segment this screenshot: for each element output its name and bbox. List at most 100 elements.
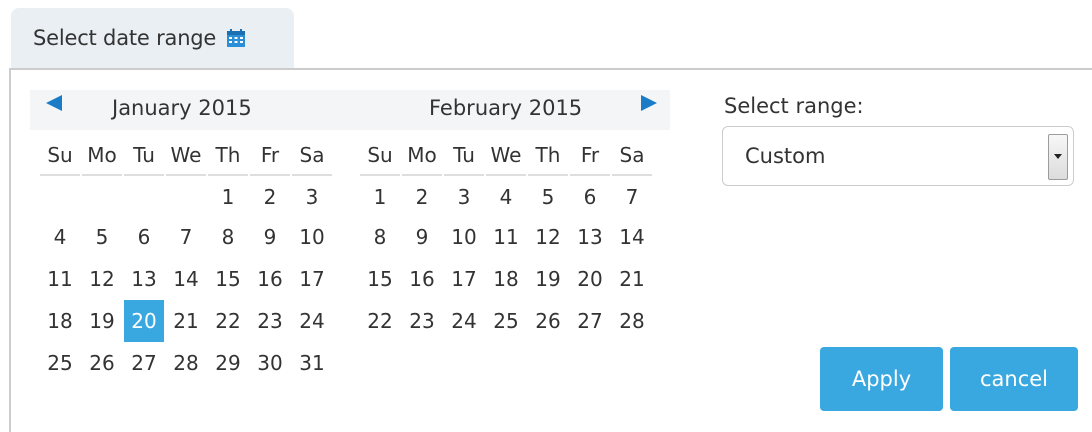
empty-day-cell [166,176,206,216]
day-cell[interactable]: 15 [208,258,248,300]
weekday-header-row: Su Mo Tu We Th Fr Sa [360,136,652,176]
day-cell[interactable]: 10 [444,216,484,258]
chevron-down-icon [1054,154,1062,159]
day-cell[interactable]: 21 [612,258,652,300]
day-cell[interactable]: 17 [292,258,332,300]
week-row: 4 5 6 7 8 9 10 [40,216,332,258]
day-cell[interactable]: 7 [166,216,206,258]
day-cell[interactable]: 24 [292,300,332,342]
day-cell[interactable]: 27 [570,300,610,342]
date-range-trigger[interactable]: Select date range [11,8,294,68]
week-row: 11 12 13 14 15 16 17 [40,258,332,300]
weekday-label: Th [208,136,248,176]
day-cell[interactable]: 5 [528,176,568,216]
day-cell[interactable]: 9 [250,216,290,258]
day-cell[interactable]: 9 [402,216,442,258]
day-cell[interactable]: 22 [208,300,248,342]
day-cell[interactable]: 21 [166,300,206,342]
day-cell[interactable]: 18 [40,300,80,342]
day-cell[interactable]: 16 [250,258,290,300]
day-cell[interactable]: 23 [250,300,290,342]
day-cell[interactable]: 13 [124,258,164,300]
select-range-label: Select range: [724,94,864,118]
dropdown-arrow-button[interactable] [1048,134,1068,180]
selected-day-cell[interactable]: 20 [124,300,164,342]
weekday-header-row: Su Mo Tu We Th Fr Sa [40,136,332,176]
day-cell[interactable]: 15 [360,258,400,300]
day-cell[interactable]: 2 [402,176,442,216]
day-cell[interactable]: 11 [40,258,80,300]
day-cell[interactable]: 19 [82,300,122,342]
week-row: 25 26 27 28 29 30 31 [40,342,332,384]
weekday-label: Mo [402,136,442,176]
calendar-icon [226,28,246,48]
day-cell[interactable]: 28 [612,300,652,342]
day-cell[interactable]: 12 [82,258,122,300]
empty-day-cell [82,176,122,216]
day-cell[interactable]: 16 [402,258,442,300]
day-cell[interactable]: 31 [292,342,332,384]
day-cell[interactable]: 4 [486,176,526,216]
day-cell[interactable]: 1 [360,176,400,216]
day-cell[interactable]: 29 [208,342,248,384]
week-row: 8 9 10 11 12 13 14 [360,216,652,258]
empty-day-cell [40,176,80,216]
empty-day-cell [124,176,164,216]
day-cell[interactable]: 23 [402,300,442,342]
weekday-label: Mo [82,136,122,176]
weekday-label: Tu [124,136,164,176]
weekday-label: Su [360,136,400,176]
day-cell[interactable]: 4 [40,216,80,258]
day-cell[interactable]: 6 [124,216,164,258]
day-cell[interactable]: 8 [360,216,400,258]
month-grid-january: Su Mo Tu We Th Fr Sa 1 2 3 4 5 6 7 8 9 1… [38,136,334,384]
day-cell[interactable]: 1 [208,176,248,216]
weekday-label: Th [528,136,568,176]
day-cell[interactable]: 12 [528,216,568,258]
day-cell[interactable]: 6 [570,176,610,216]
day-cell[interactable]: 25 [486,300,526,342]
day-cell[interactable]: 20 [570,258,610,300]
weekday-label: Fr [570,136,610,176]
weekday-label: Sa [292,136,332,176]
triangle-left-icon[interactable] [46,95,62,111]
day-cell[interactable]: 11 [486,216,526,258]
day-cell[interactable]: 22 [360,300,400,342]
range-select[interactable]: Custom [722,126,1074,186]
day-cell[interactable]: 26 [528,300,568,342]
weekday-label: We [166,136,206,176]
day-cell[interactable]: 5 [82,216,122,258]
day-cell[interactable]: 8 [208,216,248,258]
day-cell[interactable]: 25 [40,342,80,384]
day-cell[interactable]: 18 [486,258,526,300]
day-cell[interactable]: 14 [612,216,652,258]
day-cell[interactable]: 17 [444,258,484,300]
triangle-right-icon[interactable] [641,95,657,111]
day-cell[interactable]: 28 [166,342,206,384]
apply-button[interactable]: Apply [820,347,943,411]
day-cell[interactable]: 3 [292,176,332,216]
day-cell[interactable]: 10 [292,216,332,258]
day-cell[interactable]: 7 [612,176,652,216]
day-cell[interactable]: 2 [250,176,290,216]
day-cell[interactable]: 24 [444,300,484,342]
day-cell[interactable]: 26 [82,342,122,384]
week-row: 1 2 3 4 5 6 7 [360,176,652,216]
day-cell[interactable]: 3 [444,176,484,216]
range-select-value: Custom [745,144,826,168]
month-grid-february: Su Mo Tu We Th Fr Sa 1 2 3 4 5 6 7 8 9 1… [358,136,654,342]
week-row: 15 16 17 18 19 20 21 [360,258,652,300]
weekday-label: Sa [612,136,652,176]
weekday-label: Su [40,136,80,176]
week-row: 22 23 24 25 26 27 28 [360,300,652,342]
cancel-button[interactable]: cancel [950,347,1078,411]
week-row: 1 2 3 [40,176,332,216]
weekday-label: Tu [444,136,484,176]
day-cell[interactable]: 19 [528,258,568,300]
day-cell[interactable]: 13 [570,216,610,258]
day-cell[interactable]: 14 [166,258,206,300]
date-range-trigger-label: Select date range [33,26,217,50]
month-title-january: January 2015 [112,96,252,120]
day-cell[interactable]: 30 [250,342,290,384]
day-cell[interactable]: 27 [124,342,164,384]
